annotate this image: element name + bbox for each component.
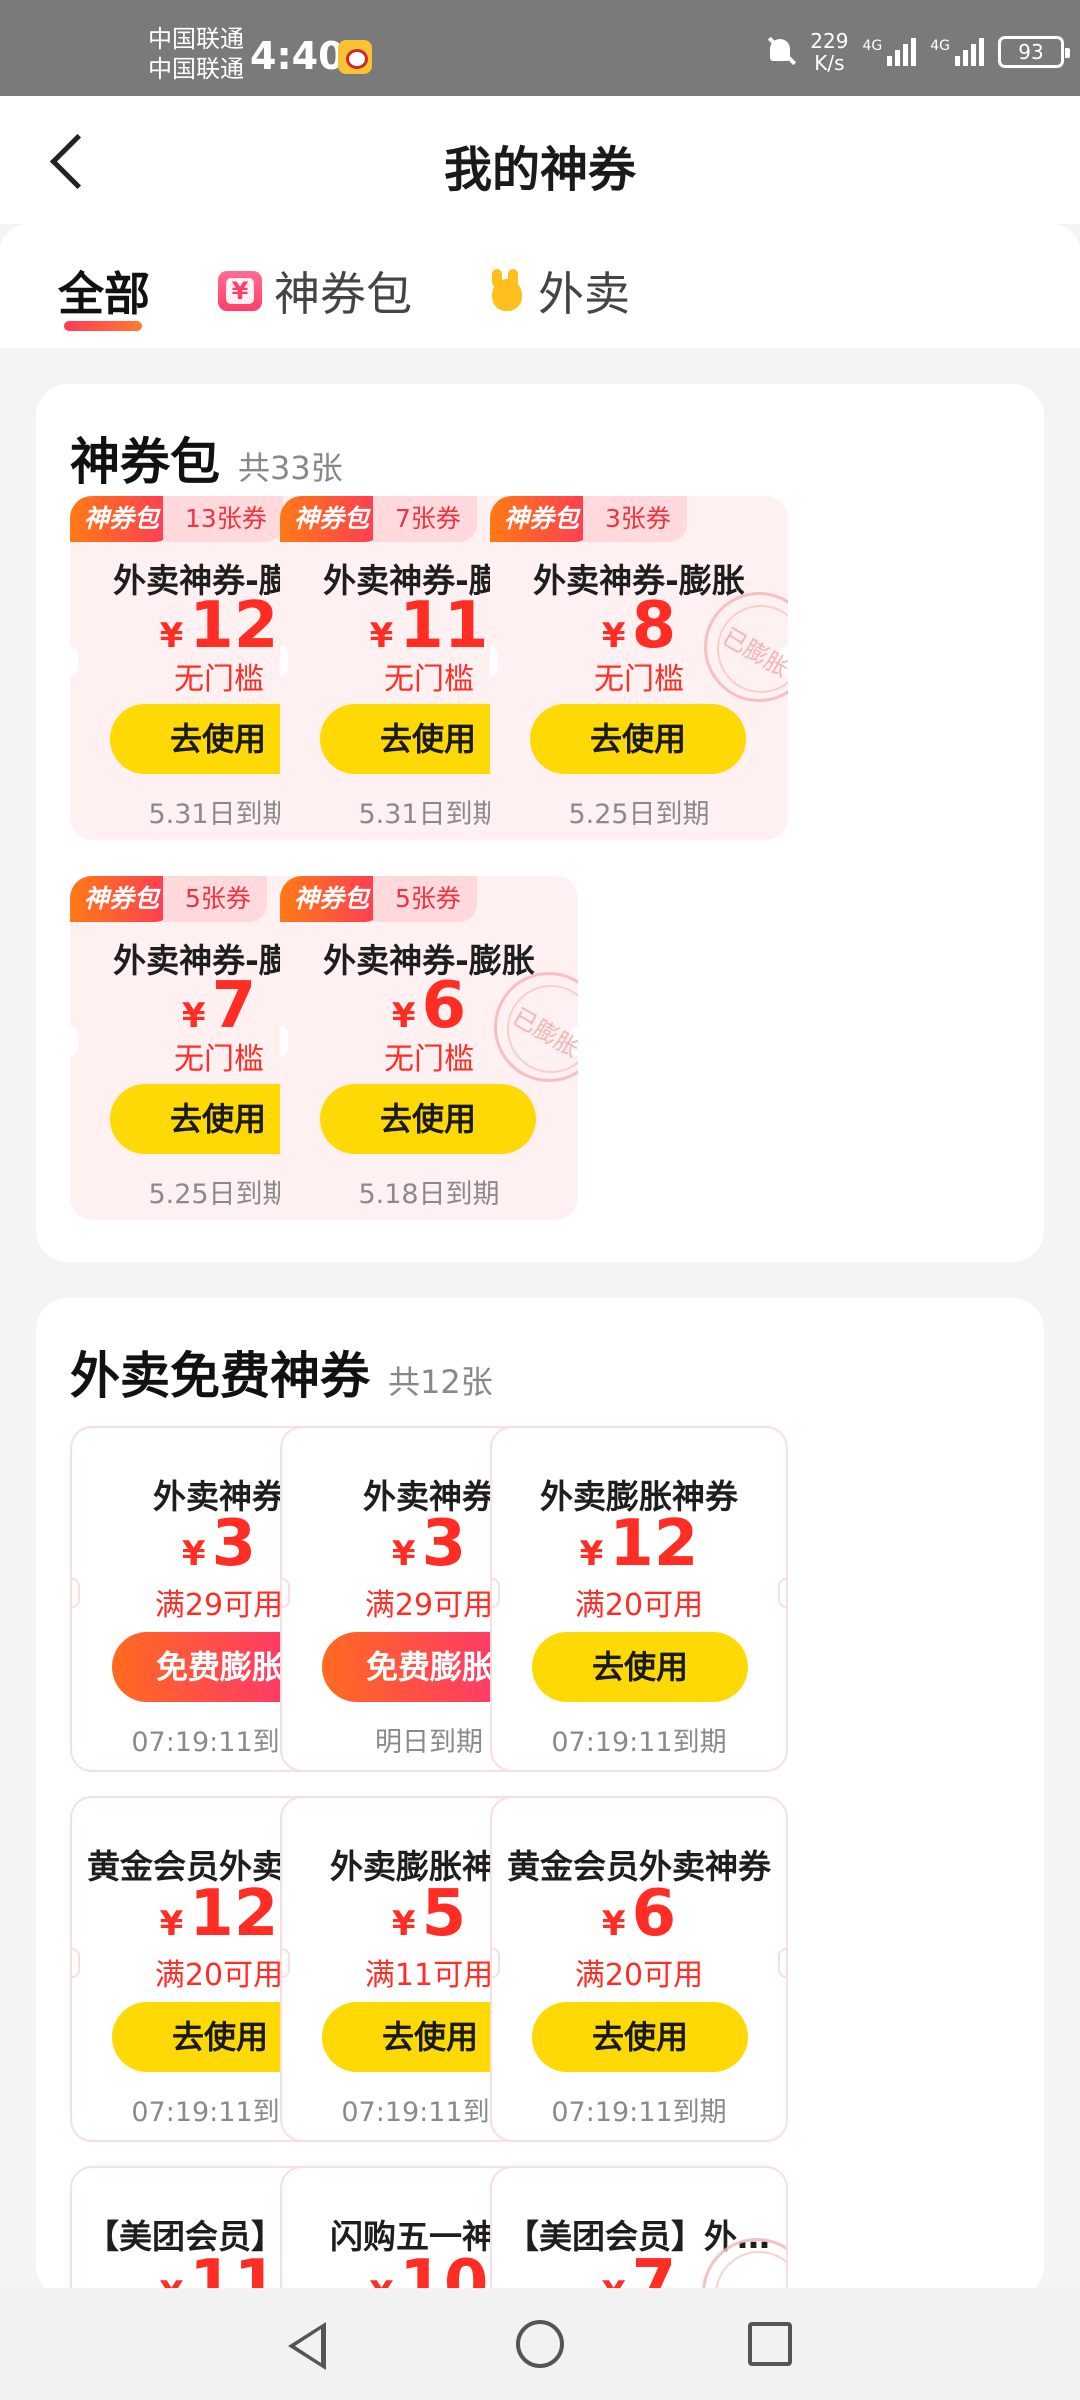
amount-value: 3 [421, 1507, 467, 1581]
pack-tag-count: 7张券 [373, 496, 477, 542]
coupon-pack-card: 已膨胀 神券包 3张券 外卖神券-膨胀 ¥8 无门槛 去使用 5.25日到期 [490, 496, 788, 840]
kangaroo-icon [486, 269, 526, 313]
net-type-1: 4G [862, 38, 883, 54]
tab-takeout-label: 外卖 [538, 267, 630, 321]
pack-tag-label: 神券包 [280, 496, 384, 542]
nav-back-icon[interactable] [288, 2322, 326, 2370]
coupon-condition: 满20可用 [574, 1588, 704, 1623]
section-title: 神券包 [70, 433, 220, 491]
carrier-2: 中国联通 [148, 55, 244, 83]
nav-home-icon[interactable] [516, 2320, 564, 2368]
free-coupon-section-header: 外卖免费神券 共12张 [70, 1336, 493, 1408]
tab-all[interactable]: 全部 [58, 258, 150, 324]
coupon-pack-section-header: 神券包 共33张 [70, 422, 343, 494]
amount-value: 8 [631, 589, 677, 663]
currency-symbol: ¥ [579, 1534, 604, 1574]
section-count: 共12张 [388, 1363, 493, 1401]
pack-tag: 神券包 3张券 [490, 496, 687, 542]
use-coupon-button[interactable]: 去使用 [532, 1632, 748, 1702]
pack-tag: 神券包 7张券 [280, 496, 477, 542]
free-coupon-card: 黄金会员外卖神券 ¥6 满20可用 去使用 07:19:11到期 [490, 1796, 788, 2142]
carrier-1: 中国联通 [148, 25, 244, 53]
currency-symbol: ¥ [159, 616, 184, 656]
amount-value: 12 [189, 589, 279, 663]
nav-recents-icon[interactable] [748, 2322, 792, 2366]
tab-coupon-pack[interactable]: ¥ 神券包 [218, 258, 412, 324]
pack-tag: 神券包 5张券 [70, 876, 267, 922]
signal-2-icon: 4G [930, 38, 984, 66]
currency-symbol: ¥ [181, 996, 206, 1036]
active-tab-indicator [64, 321, 142, 331]
tab-takeout[interactable]: 外卖 [486, 258, 630, 324]
use-coupon-button[interactable]: 去使用 [532, 2002, 748, 2072]
tab-coupon-pack-label: 神券包 [274, 267, 412, 321]
currency-symbol: ¥ [369, 616, 394, 656]
section-title: 外卖免费神券 [70, 1347, 370, 1405]
weibo-notification-icon [338, 40, 372, 74]
free-coupon-card: 外卖膨胀神券 ¥12 满20可用 去使用 07:19:11到期 [490, 1426, 788, 1772]
use-coupon-button[interactable]: 去使用 [530, 704, 746, 774]
pack-tag-count: 13张券 [163, 496, 283, 542]
page-title: 我的神券 [443, 142, 636, 198]
pack-tag-label: 神券包 [70, 876, 174, 922]
currency-symbol: ¥ [391, 1904, 416, 1944]
currency-symbol: ¥ [391, 996, 416, 1036]
currency-symbol: ¥ [181, 1534, 206, 1574]
tab-all-label: 全部 [58, 267, 150, 321]
battery-level: 93 [1018, 40, 1044, 64]
pack-tag: 神券包 5张券 [280, 876, 477, 922]
status-icons: 229 K/s 4G 4G 93 [766, 24, 1070, 80]
category-tabs: 全部 ¥ 神券包 外卖 [0, 224, 1080, 348]
section-count: 共33张 [238, 449, 343, 487]
amount-value: 12 [609, 1507, 699, 1581]
amount-value: 11 [399, 589, 489, 663]
amount-value: 5 [421, 1877, 467, 1951]
status-bar: 中国联通 中国联通 4:40 229 K/s 4G 4G 93 [0, 0, 1080, 96]
speed-unit: K/s [814, 51, 845, 75]
coupon-condition: 无门槛 [384, 1042, 474, 1077]
pack-tag-label: 神券包 [490, 496, 594, 542]
system-nav-bar [0, 2288, 1080, 2400]
coupon-condition: 无门槛 [594, 662, 684, 697]
use-coupon-button[interactable]: 去使用 [320, 1084, 536, 1154]
coupon-expiry: 5.18日到期 [358, 1179, 500, 1210]
pack-tag-label: 神券包 [70, 496, 174, 542]
pack-tag-label: 神券包 [280, 876, 384, 922]
amount-value: 7 [211, 969, 257, 1043]
currency-symbol: ¥ [601, 616, 626, 656]
coupon-expiry: 07:19:11到期 [551, 2097, 727, 2128]
battery-icon: 93 [998, 36, 1070, 68]
coupon-pack-card: 已膨胀 神券包 5张券 外卖神券-膨胀 ¥6 无门槛 去使用 5.18日到期 [280, 876, 578, 1220]
network-speed: 229 K/s [810, 30, 848, 74]
mute-bell-icon [766, 35, 796, 69]
currency-symbol: ¥ [601, 1904, 626, 1944]
amount-value: 12 [189, 1877, 279, 1951]
coupon-expiry: 07:19:11到期 [551, 1727, 727, 1758]
page-header: 我的神券 [0, 96, 1080, 224]
amount-value: 6 [421, 969, 467, 1043]
free-coupon-section: 外卖免费神券 共12张 外卖神券¥3满29可用免费膨胀✦07:19:11到期外卖… [36, 1298, 1044, 2400]
carrier-info: 中国联通 中国联通 [148, 24, 244, 84]
pack-tag: 神券包 13张券 [70, 496, 283, 542]
amount-value: 3 [211, 1507, 257, 1581]
clock: 4:40 [250, 34, 345, 78]
pack-tag-count: 5张券 [163, 876, 267, 922]
signal-1-icon: 4G [862, 38, 917, 66]
coupon-condition: 满20可用 [574, 1958, 704, 1993]
coupon-expiry: 5.25日到期 [568, 799, 710, 830]
amount-value: 6 [631, 1877, 677, 1951]
speed-value: 229 [810, 29, 849, 53]
coupon-pack-icon: ¥ [218, 271, 262, 311]
pack-tag-count: 5张券 [373, 876, 477, 922]
pack-tag-count: 3张券 [583, 496, 687, 542]
currency-symbol: ¥ [391, 1534, 416, 1574]
currency-symbol: ¥ [159, 1904, 184, 1944]
pack-icon-glyph: ¥ [226, 278, 254, 304]
coupon-pack-section: 神券包 共33张 已膨胀神券包13张券外卖神券-膨胀¥12无门槛去使用5.31日… [36, 384, 1044, 1262]
net-type-2: 4G [930, 38, 950, 54]
